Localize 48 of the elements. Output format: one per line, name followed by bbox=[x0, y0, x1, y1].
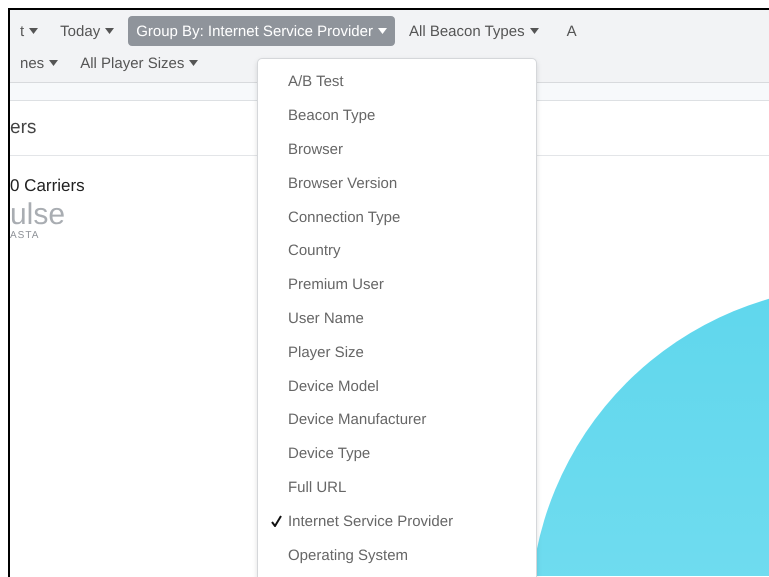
menu-item[interactable]: Device Model bbox=[258, 369, 536, 403]
menu-item[interactable]: Operating System bbox=[258, 538, 536, 572]
menu-item-label: User Name bbox=[288, 310, 364, 327]
menu-item-label: Player Size bbox=[288, 344, 364, 361]
menu-item[interactable]: Country bbox=[258, 234, 536, 268]
menu-item[interactable]: User Name bbox=[258, 302, 536, 336]
menu-item-label: Device Type bbox=[288, 445, 370, 462]
caret-icon bbox=[189, 60, 198, 66]
menu-item[interactable]: Player Size bbox=[258, 335, 536, 370]
chart-title: 0 Carriers bbox=[10, 176, 85, 196]
caret-icon bbox=[378, 28, 387, 34]
menu-item-label: Beacon Type bbox=[288, 107, 376, 124]
menu-item[interactable]: Browser bbox=[258, 132, 536, 166]
menu-item-label: Premium User bbox=[288, 276, 384, 294]
caret-icon bbox=[530, 28, 539, 34]
menu-item[interactable]: Device Type bbox=[258, 436, 536, 471]
caret-icon bbox=[49, 60, 58, 66]
menu-item-label: Full URL bbox=[288, 478, 346, 496]
logo-tagline: ASTA bbox=[10, 230, 40, 241]
menu-item-label: Connection Type bbox=[288, 208, 400, 226]
logo-text: ulse bbox=[10, 200, 66, 230]
filter-dropdown[interactable]: Group By: Internet Service Provider bbox=[128, 16, 395, 46]
menu-item[interactable]: A/B Test bbox=[258, 65, 536, 99]
panel-title: ers bbox=[10, 117, 36, 139]
menu-item-label: Device Model bbox=[288, 378, 379, 395]
caret-icon bbox=[105, 28, 114, 34]
checkmark-icon bbox=[271, 515, 282, 528]
filter-dropdown[interactable]: All Player Sizes bbox=[72, 48, 206, 78]
menu-item[interactable]: Full URL bbox=[258, 470, 536, 504]
menu-item[interactable]: Premium User bbox=[258, 268, 536, 302]
filter-dropdown[interactable]: All Beacon Types bbox=[400, 16, 547, 46]
menu-item[interactable]: Internet Service Provider bbox=[258, 504, 536, 538]
menu-item-label: Browser bbox=[288, 140, 344, 158]
menu-item[interactable]: Browser Version bbox=[258, 166, 536, 200]
filter-dropdown[interactable]: Today bbox=[52, 16, 122, 46]
menu-item[interactable]: Beacon Type bbox=[258, 98, 536, 133]
menu-item-label: Internet Service Provider bbox=[288, 512, 454, 530]
menu-item-label: Operating System bbox=[288, 546, 408, 564]
menu-item-label: Country bbox=[288, 242, 341, 260]
menu-item-label: A/B Test bbox=[288, 73, 344, 90]
menu-item[interactable]: Connection Type bbox=[258, 200, 536, 234]
menu-item[interactable]: Device Manufacturer bbox=[258, 402, 536, 437]
menu-item-label: Browser Version bbox=[288, 174, 398, 192]
menu-item-label: Device Manufacturer bbox=[288, 411, 426, 428]
caret-icon bbox=[29, 28, 38, 34]
filter-dropdown[interactable]: A bbox=[558, 16, 585, 46]
filter-dropdown[interactable]: nes bbox=[12, 48, 66, 78]
filter-dropdown[interactable]: t bbox=[12, 16, 46, 46]
